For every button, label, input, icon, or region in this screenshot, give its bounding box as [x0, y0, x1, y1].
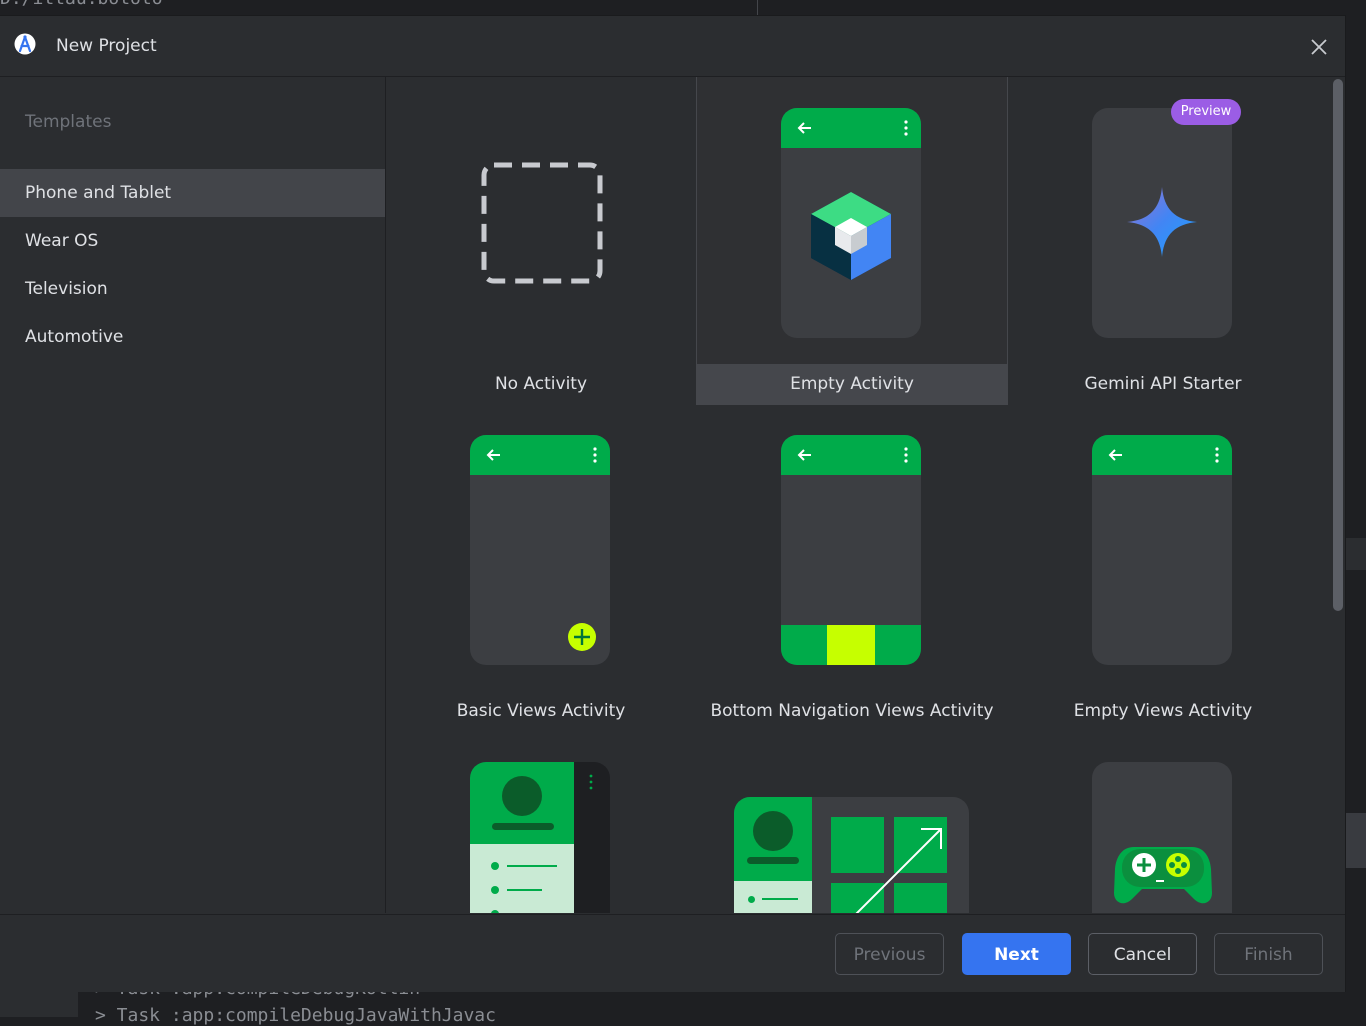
overflow-menu-icon	[1215, 447, 1219, 463]
code-line-top: D:/ittau:bototo	[0, 0, 163, 9]
next-button[interactable]: Next	[962, 933, 1071, 975]
template-empty-views-activity[interactable]: Empty Views Activity	[1008, 404, 1318, 731]
empty-phone-icon	[1092, 435, 1232, 665]
fab-plus-icon	[568, 623, 596, 651]
template-empty-activity[interactable]: Empty Activity	[696, 77, 1008, 405]
template-no-activity[interactable]: No Activity	[386, 77, 696, 404]
dialog-title: New Project	[56, 36, 157, 56]
phone-mockup	[781, 108, 921, 338]
template-label: Basic Views Activity	[456, 701, 626, 721]
phone-mockup	[781, 435, 921, 665]
template-label: Gemini API Starter	[1084, 374, 1242, 394]
template-label: Empty Views Activity	[1073, 701, 1253, 721]
sidebar-header: Templates	[25, 112, 112, 132]
template-gemini-api-starter[interactable]: Preview Gemini API Starter	[1008, 77, 1318, 404]
bottom-nav-icon	[781, 625, 921, 665]
phone-mockup	[1092, 108, 1232, 338]
dialog-footer: Previous Next Cancel Finish	[0, 914, 1345, 992]
dashed-square-icon	[481, 162, 603, 284]
previous-button[interactable]: Previous	[835, 933, 944, 975]
dialog-titlebar: New Project	[0, 16, 1345, 77]
back-arrow-icon	[797, 122, 811, 134]
new-project-dialog: New Project Templates Phone and Tablet W…	[0, 16, 1345, 992]
template-responsive-layout[interactable]	[697, 731, 1007, 913]
ide-gutter	[0, 990, 78, 1017]
sidebar-item-automotive[interactable]: Automotive	[0, 313, 385, 361]
close-icon[interactable]	[1306, 34, 1332, 60]
responsive-layout-icon	[734, 797, 969, 913]
back-arrow-icon	[1108, 449, 1122, 461]
phone-mockup	[470, 435, 610, 665]
app-bar	[470, 435, 610, 475]
ide-side-panel-2	[1346, 813, 1366, 868]
template-game-activity[interactable]	[1008, 731, 1318, 913]
overflow-menu-icon	[904, 120, 908, 136]
overflow-menu-icon	[589, 774, 593, 790]
overflow-menu-icon	[593, 447, 597, 463]
resize-arrow-icon	[855, 828, 942, 913]
editor-divider	[757, 0, 758, 16]
android-studio-icon	[14, 33, 36, 55]
back-arrow-icon	[486, 449, 500, 461]
drawer-header	[470, 762, 574, 844]
compose-cube-icon	[811, 192, 891, 280]
sidebar-item-wear-os[interactable]: Wear OS	[0, 217, 385, 265]
template-navigation-drawer[interactable]	[386, 731, 696, 913]
cancel-button[interactable]: Cancel	[1088, 933, 1197, 975]
template-basic-views-activity[interactable]: Basic Views Activity	[386, 404, 696, 731]
template-bottom-navigation-views-activity[interactable]: Bottom Navigation Views Activity	[697, 404, 1007, 731]
app-bar	[781, 108, 921, 148]
build-log-line-2: > Task :app:compileDebugJavaWithJavac	[95, 1005, 496, 1026]
template-grid: No Activity Empty Activity Preview Gemin…	[386, 77, 1331, 913]
game-controller-icon	[1114, 847, 1212, 904]
template-grid-scrollbar[interactable]	[1333, 79, 1343, 611]
sidebar-item-television[interactable]: Television	[0, 265, 385, 313]
overflow-menu-icon	[904, 447, 908, 463]
sidebar-item-phone-and-tablet[interactable]: Phone and Tablet	[0, 169, 385, 217]
preview-badge: Preview	[1171, 99, 1241, 125]
bottom-nav-selected-item	[827, 625, 875, 665]
drawer-list	[470, 844, 574, 913]
template-label: No Activity	[494, 374, 588, 394]
ide-side-panel	[1346, 538, 1366, 570]
template-category-sidebar: Templates Phone and Tablet Wear OS Telev…	[0, 77, 386, 913]
back-arrow-icon	[797, 449, 811, 461]
navigation-drawer-icon	[470, 762, 610, 913]
template-label: Bottom Navigation Views Activity	[710, 701, 994, 721]
phone-mockup	[1092, 762, 1232, 913]
finish-button[interactable]: Finish	[1214, 933, 1323, 975]
avatar	[502, 776, 542, 816]
app-bar	[781, 435, 921, 475]
template-label: Empty Activity	[697, 364, 1007, 404]
app-bar	[1092, 435, 1232, 475]
gemini-sparkle-icon	[1127, 187, 1197, 257]
